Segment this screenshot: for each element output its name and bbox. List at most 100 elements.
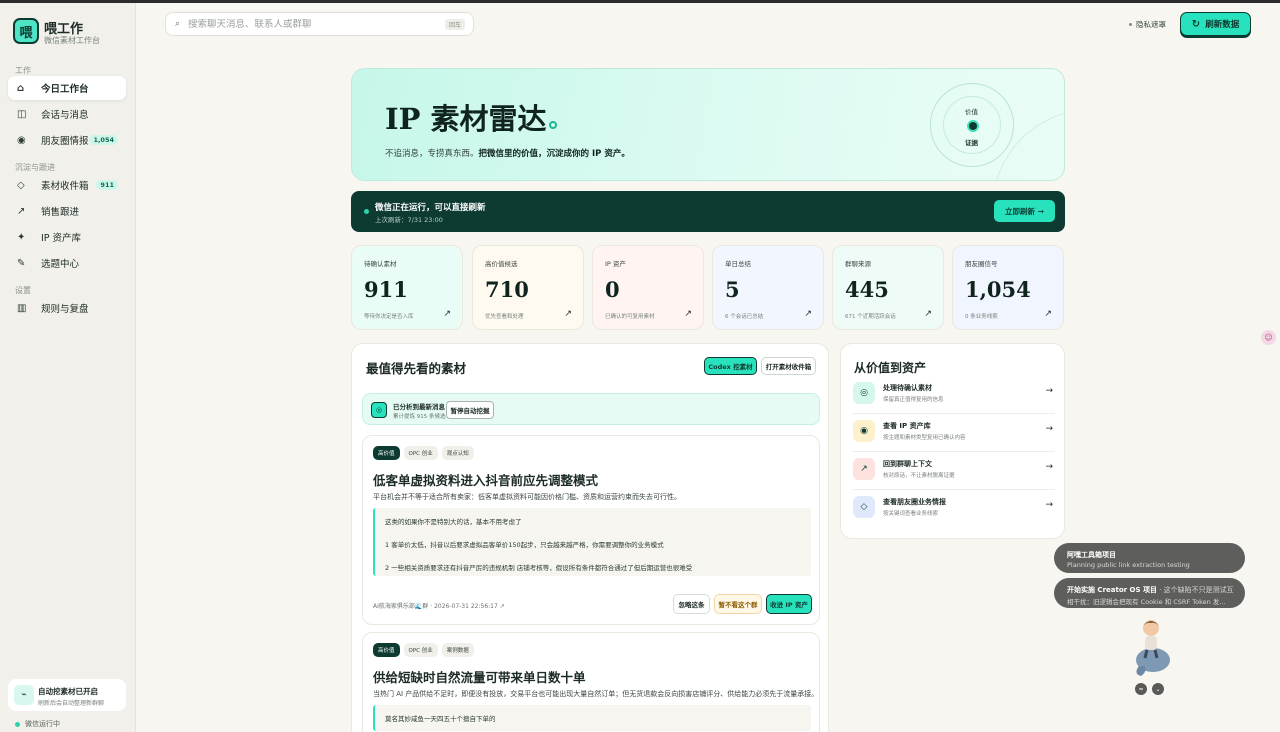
collect-ip-asset-button[interactable]: 收进 IP 资产 <box>766 594 812 614</box>
open-inbox-button[interactable]: 打开素材收件箱 <box>761 357 816 375</box>
stat-hint: 等待你决定是否入库 <box>364 314 414 320</box>
codex-mine-button[interactable]: Codex 挖素材 <box>704 357 757 375</box>
hero-banner: IP 素材雷达 不追消息，专捞真东西。把微信里的价值，沉淀成你的 IP 资产。 … <box>351 68 1065 181</box>
analysis-title: 已分析到最新消息 <box>393 403 445 411</box>
stat-label: 朋友圈信号 <box>965 260 998 268</box>
page-title: IP 素材雷达 <box>385 102 547 136</box>
stat-card[interactable]: 朋友圈信号 1,054 0 条业务线索 ↗ <box>952 245 1064 330</box>
stat-card[interactable]: 单日总结 5 6 个会话已总结 ↗ <box>712 245 824 330</box>
toast-title: 开始实施 Creator OS 项目 <box>1067 586 1157 594</box>
refresh-data-button[interactable]: ↻ 刷新数据 <box>1180 12 1251 36</box>
sidebar-section-settings: 设置 <box>15 286 31 295</box>
wechat-status-label: 微信运行中 <box>25 720 60 728</box>
action-title: 查看 IP 资产库 <box>883 422 931 430</box>
count-badge: 911 <box>96 180 118 190</box>
action-icon: ◉ <box>853 420 875 442</box>
running-dot-icon <box>364 209 369 214</box>
hero-subtitle: 不追消息，专捞真东西。把微信里的价值，沉淀成你的 IP 资产。 <box>385 147 630 159</box>
app-logo: 喂 <box>13 18 39 44</box>
action-icon: ◎ <box>853 382 875 404</box>
sidebar-item-label: 选题中心 <box>41 259 80 270</box>
toast-subtitle: Planning public link extraction testing <box>1067 561 1190 569</box>
sidebar-item-moments-intel[interactable]: ◉ 朋友圈情报 1,054 <box>8 128 126 152</box>
value-action-row[interactable]: ◇ 查看朋友圈业务情报 按关键词查看业务线索 → <box>853 490 1055 528</box>
chat-icon: ◫ <box>17 108 27 120</box>
radar-icon: ◉ <box>17 134 26 146</box>
sidebar-item-ip-library[interactable]: ✦ IP 资产库 <box>8 225 126 249</box>
stat-hint: 0 条业务线索 <box>965 314 998 320</box>
value-action-row[interactable]: ◉ 查看 IP 资产库 按主题和素材类型复用已确认内容 → <box>853 414 1055 452</box>
material-description: 当热门 AI 产品供给不足时，即便没有投放，交易平台也可能出现大量自然订单；但无… <box>373 690 819 698</box>
ignore-button[interactable]: 忽略这条 <box>673 594 710 614</box>
floating-assistant-icon[interactable]: ☺ <box>1261 330 1276 345</box>
chevron-down-icon[interactable]: ⌄ <box>1152 683 1164 695</box>
stat-value: 911 <box>364 277 408 302</box>
stat-card[interactable]: 待确认素材 911 等待你决定是否入库 ↗ <box>351 245 463 330</box>
analysis-check-icon: ◎ <box>371 402 387 418</box>
sidebar-item-sales-followup[interactable]: ↗ 销售跟进 <box>8 199 126 223</box>
status-dot-icon <box>15 721 20 727</box>
value-action-row[interactable]: ◎ 处理待确认素材 保留真正值得复用的信息 → <box>853 376 1055 414</box>
action-icon: ↗ <box>853 458 875 480</box>
sidebar-item-material-inbox[interactable]: ◇ 素材收件箱 911 <box>8 173 126 197</box>
stat-label: 单日总结 <box>725 260 751 268</box>
wechat-status: 微信运行中 <box>15 719 60 729</box>
wechat-status-banner: 微信正在运行，可以直接刷新 上次刷新：7/31 23:00 立即刷新 → <box>351 191 1065 232</box>
search-bar[interactable]: ⌕ 回车 <box>165 12 474 36</box>
action-icon: ◇ <box>853 496 875 518</box>
window-top-bar <box>0 0 1280 3</box>
skip-group-button[interactable]: 暂不看这个群 <box>714 594 762 614</box>
tag: OPC 创业 <box>403 643 438 657</box>
voice-wave-icon[interactable]: ≈ <box>1135 683 1147 695</box>
sidebar-item-label: 素材收件箱 <box>41 181 89 192</box>
tag-high-value: 高价值 <box>373 643 400 657</box>
pause-auto-mining-button[interactable]: 暂停自动挖掘 <box>446 401 494 419</box>
stat-hint: 671 个近期活跃会话 <box>845 314 896 320</box>
sidebar-item-topic-center[interactable]: ✎ 选题中心 <box>8 251 126 275</box>
stat-label: IP 资产 <box>605 260 626 268</box>
analysis-subtitle: 累计提炼 915 条候选 <box>393 414 446 420</box>
arrow-right-icon: → <box>1045 462 1053 472</box>
auto-mining-card[interactable]: ⌁ 自动挖素材已开启 刷新后会自动整理新群聊 <box>8 679 126 711</box>
arrow-up-right-icon: ↗ <box>564 309 572 319</box>
mascot-character-icon[interactable] <box>1129 614 1173 680</box>
sidebar-item-conversations[interactable]: ◫ 会话与消息 <box>8 102 126 126</box>
source-meta-link[interactable]: AI航海家俱乐部🌊群 · 2026-07-31 22:56:17 ↗ <box>373 601 505 610</box>
refresh-data-label: 刷新数据 <box>1205 20 1240 30</box>
action-subtitle: 按关键词查看业务线索 <box>883 511 939 517</box>
sidebar-item-rules-review[interactable]: ▥ 规则与复盘 <box>8 296 126 320</box>
privacy-mask-toggle[interactable]: 隐私遮罩 <box>1129 19 1166 30</box>
arrow-right-icon: → <box>1045 500 1053 510</box>
task-toast[interactable]: 阿嘿工具箱项目 Planning public link extraction … <box>1054 543 1245 573</box>
tag-list: 高价值 OPC 创业 观点认知 <box>373 446 474 460</box>
quote-line: 莫名其妙咸鱼一天四五十个擅自下单的 <box>385 715 496 723</box>
stat-card[interactable]: IP 资产 0 已确认的可复用素材 ↗ <box>592 245 704 330</box>
auto-mining-icon: ⌁ <box>14 685 34 705</box>
search-input[interactable] <box>188 18 429 30</box>
refresh-icon: ↻ <box>1191 18 1201 30</box>
toast-subtitle: 相干扰：旧逻辑会把现有 Cookie 和 CSRF Token 发... <box>1067 598 1226 606</box>
hero-subtitle-plain: 不追消息，专捞真东西。 <box>385 149 479 159</box>
stat-card[interactable]: 高价值候选 710 优先查看和处理 ↗ <box>472 245 584 330</box>
sidebar-item-label: 规则与复盘 <box>41 304 89 315</box>
radar-center-icon <box>967 120 979 132</box>
panel-title: 最值得先看的素材 <box>366 361 467 376</box>
material-card[interactable]: 高价值 OPC 创业 案例数据 供给短缺时自然流量可带来单日数十单 当热门 AI… <box>362 632 820 732</box>
hero-subtitle-bold: 把微信里的价值，沉淀成你的 IP 资产。 <box>478 149 630 159</box>
value-radar: 价值 证据 <box>930 83 1014 167</box>
refresh-now-button[interactable]: 立即刷新 → <box>994 200 1055 222</box>
value-action-row[interactable]: ↗ 回到群聊上下文 核对原话，不让素材脱离证据 → <box>853 452 1055 490</box>
stat-hint: 6 个会话已总结 <box>725 314 764 320</box>
material-card[interactable]: 高价值 OPC 创业 观点认知 低客单虚拟资料进入抖音前应先调整模式 平台机会并… <box>362 435 820 625</box>
evidence-quote: 莫名其妙咸鱼一天四五十个擅自下单的 <box>373 705 811 731</box>
stat-card[interactable]: 群聊来源 445 671 个近期活跃会话 ↗ <box>832 245 944 330</box>
stat-value: 0 <box>605 277 620 302</box>
sidebar-item-today-workbench[interactable]: ⌂ 今日工作台 <box>8 76 126 100</box>
arrow-up-right-icon: ↗ <box>17 205 26 217</box>
action-subtitle: 保留真正值得复用的信息 <box>883 397 944 403</box>
tag: 观点认知 <box>441 446 474 460</box>
arrow-up-right-icon: ↗ <box>443 309 451 319</box>
task-toast[interactable]: 开始实施 Creator OS 项目 · 这个缺陷不只是测试互 相干扰：旧逻辑会… <box>1054 578 1245 608</box>
arrow-up-right-icon: ↗ <box>924 309 932 319</box>
stat-value: 445 <box>845 277 889 302</box>
